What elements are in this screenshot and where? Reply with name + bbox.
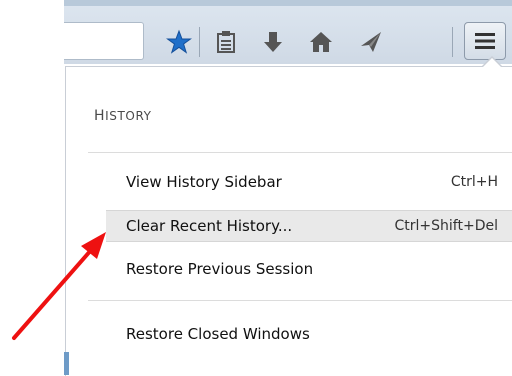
annotation-arrow-icon bbox=[12, 232, 106, 340]
